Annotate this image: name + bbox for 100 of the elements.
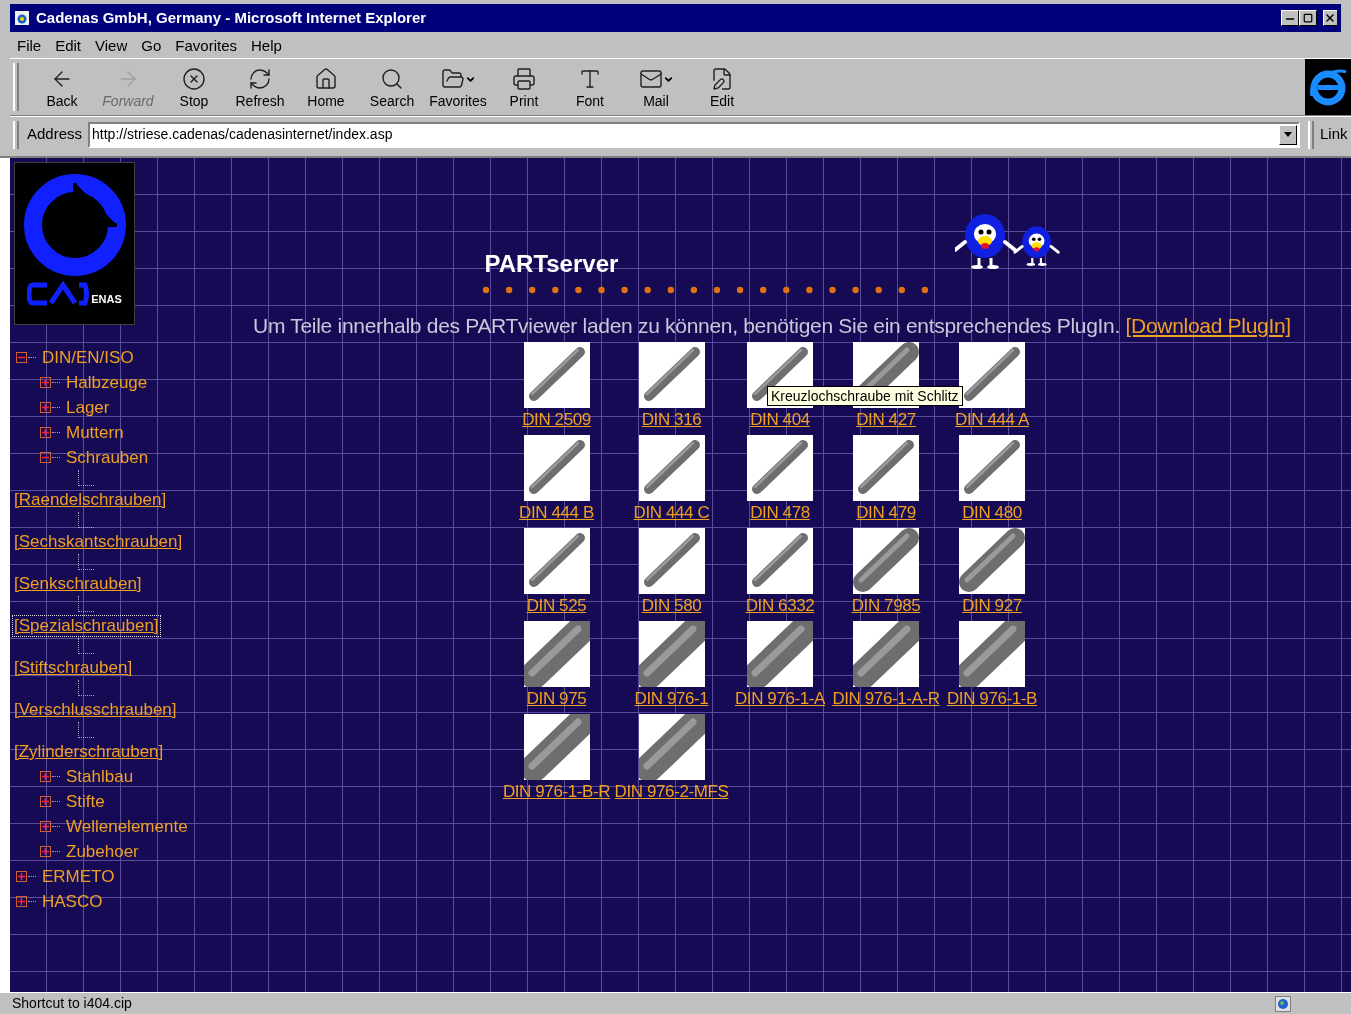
part-thumbnail[interactable] — [747, 435, 813, 501]
part-link[interactable]: DIN 580 — [641, 594, 702, 618]
close-button[interactable] — [1323, 10, 1337, 26]
part-link[interactable]: DIN 2509 — [522, 408, 591, 432]
toolbar-button[interactable]: Search — [359, 66, 425, 108]
tree-item[interactable]: Muttern — [66, 419, 124, 446]
category-link[interactable]: [Stiftschrauben] — [13, 658, 134, 678]
category-link[interactable]: [Senkschrauben] — [13, 574, 143, 594]
part-thumbnail[interactable] — [853, 528, 919, 594]
menu-item[interactable]: File — [17, 37, 42, 53]
category-link[interactable]: [Raendelschrauben] — [13, 490, 168, 510]
tree-item[interactable]: Stahlbau — [66, 763, 134, 790]
part-link[interactable]: DIN 976-2-MFS — [614, 780, 729, 804]
address-field[interactable]: http://striese.cadenas/cadenasinternet/index.asp — [88, 121, 1301, 148]
tree-item[interactable]: Wellenelemente — [66, 813, 188, 840]
category-link[interactable]: [Verschlusschrauben] — [13, 700, 178, 720]
expand-icon[interactable] — [40, 377, 51, 388]
part-link[interactable]: DIN 427 — [856, 408, 916, 432]
part-link[interactable]: DIN 404 — [750, 408, 810, 432]
toolbar-grip[interactable] — [13, 63, 19, 111]
expand-icon[interactable] — [40, 402, 51, 413]
part-thumbnail[interactable] — [638, 714, 705, 780]
expand-icon[interactable] — [40, 821, 51, 832]
menu-item[interactable]: Go — [141, 37, 162, 53]
part-link[interactable]: DIN 927 — [962, 594, 1022, 618]
minimize-button[interactable] — [1281, 10, 1299, 26]
toolbar-button[interactable]: Mail — [623, 66, 689, 108]
part-thumbnail[interactable] — [523, 714, 590, 780]
tree-item[interactable]: ERMETO — [42, 863, 115, 890]
part-link[interactable]: DIN 7985 — [851, 594, 921, 618]
menu-item[interactable]: Help — [251, 37, 282, 53]
part-link[interactable]: DIN 478 — [750, 501, 810, 525]
tree-item[interactable]: Zubehoer — [66, 838, 139, 865]
toolbar-button[interactable]: Home — [293, 66, 359, 108]
part-link[interactable]: DIN 444 B — [519, 501, 594, 525]
download-link[interactable]: [Download PlugIn] — [1125, 314, 1291, 337]
part-thumbnail[interactable] — [747, 621, 813, 687]
menu-item[interactable]: Favorites — [175, 37, 237, 53]
part-thumbnail[interactable] — [638, 528, 705, 594]
part-thumbnail[interactable] — [523, 528, 590, 594]
part-thumbnail[interactable] — [638, 435, 705, 501]
part-thumbnail[interactable] — [959, 621, 1025, 687]
part-link[interactable]: DIN 525 — [526, 594, 587, 618]
part-link[interactable]: DIN 976-1-B — [946, 687, 1038, 711]
toolbar-grip[interactable] — [13, 120, 19, 149]
expand-icon[interactable] — [40, 846, 51, 857]
category-link[interactable]: [Zylinderschrauben] — [13, 742, 165, 762]
toolbar-button[interactable]: Edit — [689, 66, 755, 108]
part-thumbnail[interactable] — [959, 528, 1025, 594]
part-thumbnail[interactable] — [747, 528, 813, 594]
collapse-icon[interactable] — [16, 352, 27, 363]
part-link[interactable]: DIN 976-1-A — [734, 687, 826, 711]
part-thumbnail[interactable] — [959, 342, 1025, 408]
category-link[interactable]: [Sechskantschrauben] — [13, 532, 184, 552]
part-link[interactable]: DIN 976-1-A-R — [832, 687, 940, 711]
expand-icon[interactable] — [40, 796, 51, 807]
part-link[interactable]: DIN 6332 — [745, 594, 815, 618]
part-thumbnail[interactable] — [523, 621, 590, 687]
tree-item[interactable]: HASCO — [42, 888, 103, 915]
category-link[interactable]: [Spezialschrauben] — [13, 616, 160, 636]
close-icon — [1324, 12, 1336, 24]
part-link[interactable]: DIN 976-1-B-R — [502, 780, 611, 804]
part-link[interactable]: DIN 976-1 — [634, 687, 709, 711]
expand-icon[interactable] — [16, 896, 27, 907]
tree-item[interactable]: DIN/EN/ISO — [42, 344, 134, 371]
part-thumbnail[interactable] — [523, 435, 590, 501]
part-thumbnail[interactable] — [638, 621, 705, 687]
tree-item[interactable]: Stifte — [66, 788, 105, 815]
part-thumbnail[interactable] — [523, 342, 590, 408]
part-thumbnail[interactable] — [638, 342, 705, 408]
part-link[interactable]: DIN 316 — [641, 408, 702, 432]
part-link[interactable]: DIN 480 — [962, 501, 1022, 525]
toolbar-button[interactable]: Stop — [161, 66, 227, 108]
part-link[interactable]: DIN 444 A — [955, 408, 1029, 432]
links-label[interactable]: Link — [1320, 123, 1348, 146]
toolbar-button[interactable]: Font — [557, 66, 623, 108]
toolbar-button[interactable]: Favorites — [425, 66, 491, 108]
browser-icon — [14, 10, 30, 26]
dropdown-button[interactable] — [1279, 124, 1298, 145]
tree-item[interactable]: Schrauben — [66, 444, 149, 471]
menu-item[interactable]: Edit — [55, 37, 82, 53]
font-icon — [578, 67, 602, 91]
toolbar-grip[interactable] — [1308, 120, 1315, 149]
expand-icon[interactable] — [40, 427, 51, 438]
expand-icon[interactable] — [40, 771, 51, 782]
part-link[interactable]: DIN 975 — [526, 687, 587, 711]
tree-item[interactable]: Lager — [66, 394, 110, 421]
part-thumbnail[interactable] — [959, 435, 1025, 501]
tree-item[interactable]: Halbzeuge — [66, 369, 148, 396]
part-link[interactable]: DIN 444 C — [633, 501, 710, 525]
restore-button[interactable] — [1299, 10, 1317, 26]
toolbar-button[interactable]: Print — [491, 66, 557, 108]
part-thumbnail[interactable] — [853, 621, 919, 687]
part-link[interactable]: DIN 479 — [856, 501, 916, 525]
expand-icon[interactable] — [16, 871, 27, 882]
toolbar-button[interactable]: Back — [29, 66, 95, 108]
part-thumbnail[interactable] — [853, 435, 919, 501]
collapse-icon[interactable] — [40, 452, 51, 463]
toolbar-button[interactable]: Refresh — [227, 66, 293, 108]
menu-item[interactable]: View — [95, 37, 128, 53]
